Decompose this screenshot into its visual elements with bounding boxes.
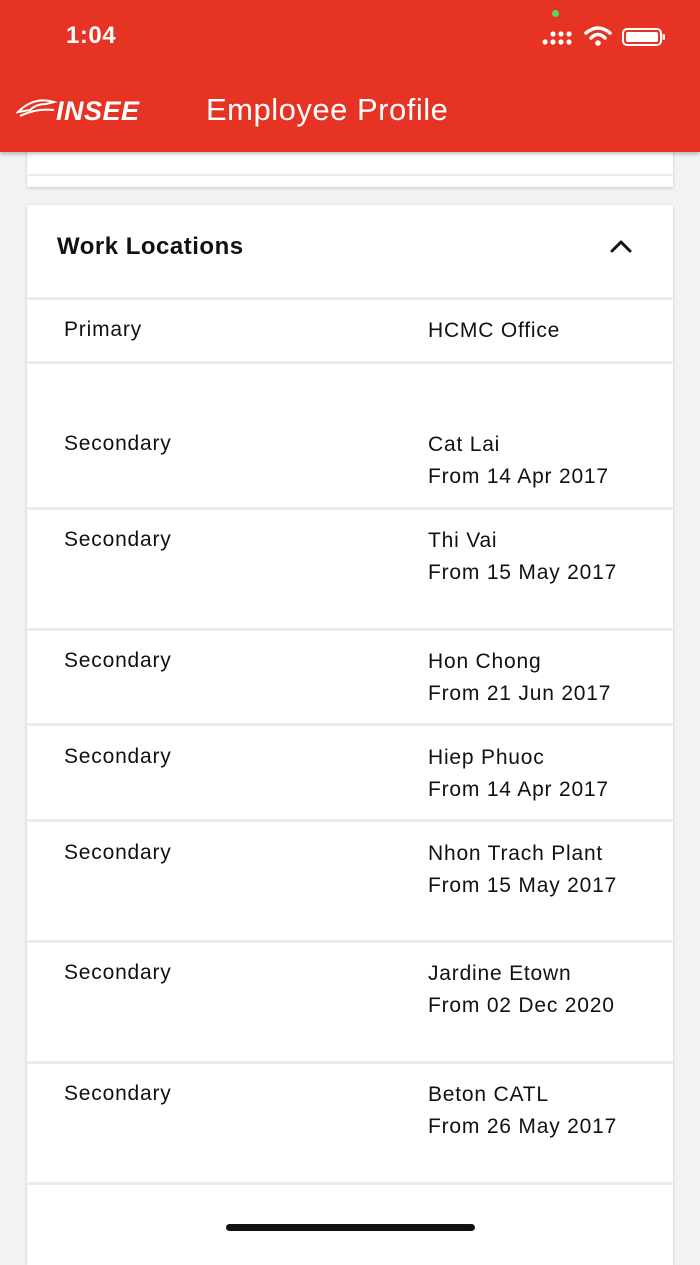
app-header: 1:04 INSEE Employee Profile bbox=[0, 0, 700, 152]
privacy-indicator-icon bbox=[552, 10, 559, 17]
divider bbox=[27, 819, 673, 822]
location-name: Jardine Etown bbox=[428, 962, 572, 985]
location-value: HCMC Office bbox=[428, 318, 658, 343]
location-value: Nhon Trach Plant From 15 May 2017 bbox=[428, 841, 628, 898]
location-name: Thi Vai bbox=[428, 529, 498, 552]
location-start-date: From 21 Jun 2017 bbox=[428, 682, 612, 705]
location-name: HCMC Office bbox=[428, 319, 561, 342]
cellular-signal-icon bbox=[542, 31, 572, 45]
location-name: Nhon Trach Plant bbox=[428, 842, 604, 865]
location-name: Hiep Phuoc bbox=[428, 746, 545, 769]
location-type: Secondary bbox=[64, 841, 172, 864]
location-value: Thi Vai From 15 May 2017 bbox=[428, 528, 628, 585]
location-name: Hon Chong bbox=[428, 650, 542, 673]
location-start-date: From 26 May 2017 bbox=[428, 1115, 618, 1138]
page-title: Employee Profile bbox=[206, 92, 449, 127]
location-type: Secondary bbox=[64, 649, 172, 672]
location-start-date: From 14 Apr 2017 bbox=[428, 465, 609, 488]
location-value: Cat Lai From 14 Apr 2017 bbox=[428, 432, 658, 489]
divider bbox=[27, 174, 673, 176]
location-type: Secondary bbox=[64, 1082, 172, 1105]
divider bbox=[27, 361, 673, 364]
location-start-date: From 14 Apr 2017 bbox=[428, 778, 609, 801]
divider bbox=[27, 507, 673, 510]
divider bbox=[27, 723, 673, 726]
divider bbox=[27, 1061, 673, 1064]
wifi-icon bbox=[584, 26, 612, 46]
divider bbox=[27, 1182, 673, 1185]
location-type: Primary bbox=[64, 318, 142, 341]
location-value: Hon Chong From 21 Jun 2017 bbox=[428, 649, 658, 706]
location-start-date: From 02 Dec 2020 bbox=[428, 994, 615, 1017]
work-locations-card: Work Locations Primary HCMC Office Secon… bbox=[27, 205, 673, 1265]
home-indicator[interactable] bbox=[226, 1224, 475, 1231]
divider bbox=[27, 297, 673, 300]
section-title: Work Locations bbox=[57, 233, 244, 260]
location-type: Secondary bbox=[64, 961, 172, 984]
status-time: 1:04 bbox=[66, 22, 117, 49]
location-value: Beton CATL From 26 May 2017 bbox=[428, 1082, 628, 1139]
location-value: Jardine Etown From 02 Dec 2020 bbox=[428, 961, 628, 1018]
location-value: Hiep Phuoc From 14 Apr 2017 bbox=[428, 745, 658, 802]
divider bbox=[27, 940, 673, 943]
location-type: Secondary bbox=[64, 432, 172, 455]
location-start-date: From 15 May 2017 bbox=[428, 874, 618, 897]
location-type: Secondary bbox=[64, 745, 172, 768]
location-name: Beton CATL bbox=[428, 1083, 549, 1106]
brand-logo-text: INSEE bbox=[56, 96, 140, 126]
location-name: Cat Lai bbox=[428, 433, 501, 456]
divider bbox=[27, 628, 673, 631]
chevron-up-icon[interactable] bbox=[609, 237, 633, 255]
battery-icon bbox=[622, 28, 665, 46]
location-type: Secondary bbox=[64, 528, 172, 551]
location-start-date: From 15 May 2017 bbox=[428, 561, 618, 584]
work-locations-header[interactable]: Work Locations bbox=[27, 205, 673, 297]
